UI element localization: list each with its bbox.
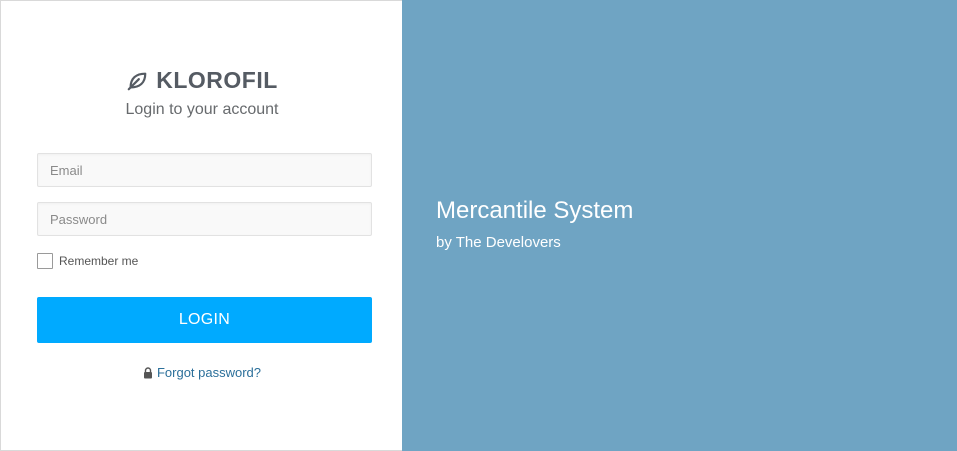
login-page: KLOROFIL Login to your account Remember … <box>0 0 957 451</box>
email-field[interactable] <box>37 153 372 187</box>
login-button[interactable]: LOGIN <box>37 297 372 343</box>
forgot-password: Forgot password? <box>1 365 403 380</box>
lock-icon <box>143 366 152 378</box>
brand-name: KLOROFIL <box>156 67 278 93</box>
remember-me[interactable]: Remember me <box>37 253 138 269</box>
brand: KLOROFIL <box>1 67 403 94</box>
hero-panel: Mercantile System by The Develovers <box>402 0 957 451</box>
hero-subtitle: by The Develovers <box>436 234 561 251</box>
hero-title: Mercantile System <box>436 197 634 224</box>
forgot-password-link[interactable]: Forgot password? <box>157 365 261 380</box>
login-subtitle: Login to your account <box>125 101 279 118</box>
password-field[interactable] <box>37 202 372 236</box>
remember-checkbox[interactable] <box>37 253 53 269</box>
remember-label: Remember me <box>59 254 139 268</box>
leaf-icon <box>127 72 147 90</box>
login-panel: KLOROFIL Login to your account Remember … <box>0 0 402 451</box>
